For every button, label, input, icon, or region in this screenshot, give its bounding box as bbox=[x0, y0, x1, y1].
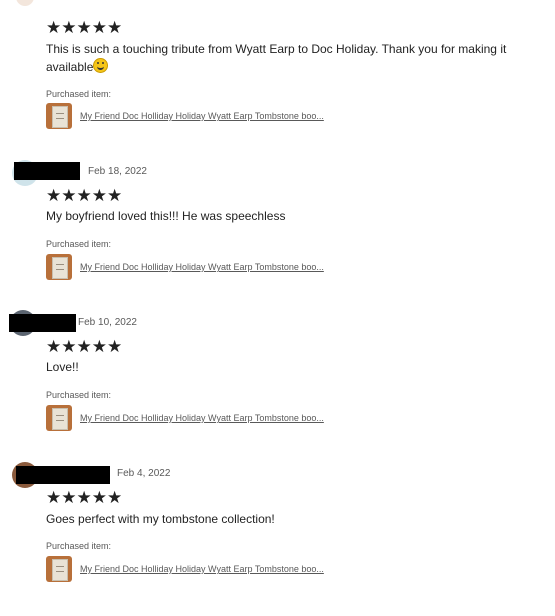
item-thumbnail[interactable] bbox=[46, 556, 72, 582]
review-date: Feb 4, 2022 bbox=[117, 468, 171, 479]
purchased-item-label: Purchased item: bbox=[46, 89, 112, 99]
review-item: Feb 4, 2022 ★★★★★ Goes perfect with my t… bbox=[0, 450, 555, 616]
review-text: My boyfriend loved this!!! He was speech… bbox=[46, 209, 286, 223]
review-text: Goes perfect with my tombstone collectio… bbox=[46, 512, 275, 526]
purchased-item-link[interactable]: My Friend Doc Holliday Holiday Wyatt Ear… bbox=[80, 262, 324, 272]
review-date: Feb 10, 2022 bbox=[78, 317, 137, 328]
redacted-username bbox=[16, 466, 110, 484]
review-item: Feb 18, 2022 ★★★★★ My boyfriend loved th… bbox=[0, 150, 555, 300]
star-rating: ★★★★★ bbox=[46, 18, 123, 37]
purchased-item-label: Purchased item: bbox=[46, 541, 112, 551]
item-thumbnail[interactable] bbox=[46, 254, 72, 280]
star-rating: ★★★★★ bbox=[46, 186, 123, 205]
star-rating: ★★★★★ bbox=[46, 488, 123, 507]
purchased-item-link[interactable]: My Friend Doc Holliday Holiday Wyatt Ear… bbox=[80, 564, 324, 574]
star-rating: ★★★★★ bbox=[46, 337, 123, 356]
review-text: This is such a touching tribute from Wya… bbox=[46, 40, 536, 76]
review-item: Feb 10, 2022 ★★★★★ Love!! Purchased item… bbox=[0, 300, 555, 450]
review-text-content: This is such a touching tribute from Wya… bbox=[46, 42, 507, 74]
review-date: Feb 18, 2022 bbox=[88, 166, 147, 177]
redacted-username bbox=[14, 162, 80, 180]
purchased-item-link[interactable]: My Friend Doc Holliday Holiday Wyatt Ear… bbox=[80, 111, 324, 121]
avatar[interactable] bbox=[16, 0, 34, 6]
redacted-username bbox=[9, 314, 76, 332]
purchased-item-label: Purchased item: bbox=[46, 390, 112, 400]
grinning-face-icon bbox=[93, 58, 109, 73]
review-item: ★★★★★ This is such a touching tribute fr… bbox=[0, 0, 555, 150]
review-text: Love!! bbox=[46, 360, 79, 374]
item-thumbnail[interactable] bbox=[46, 405, 72, 431]
purchased-item-label: Purchased item: bbox=[46, 239, 112, 249]
item-thumbnail[interactable] bbox=[46, 103, 72, 129]
purchased-item-link[interactable]: My Friend Doc Holliday Holiday Wyatt Ear… bbox=[80, 413, 324, 423]
